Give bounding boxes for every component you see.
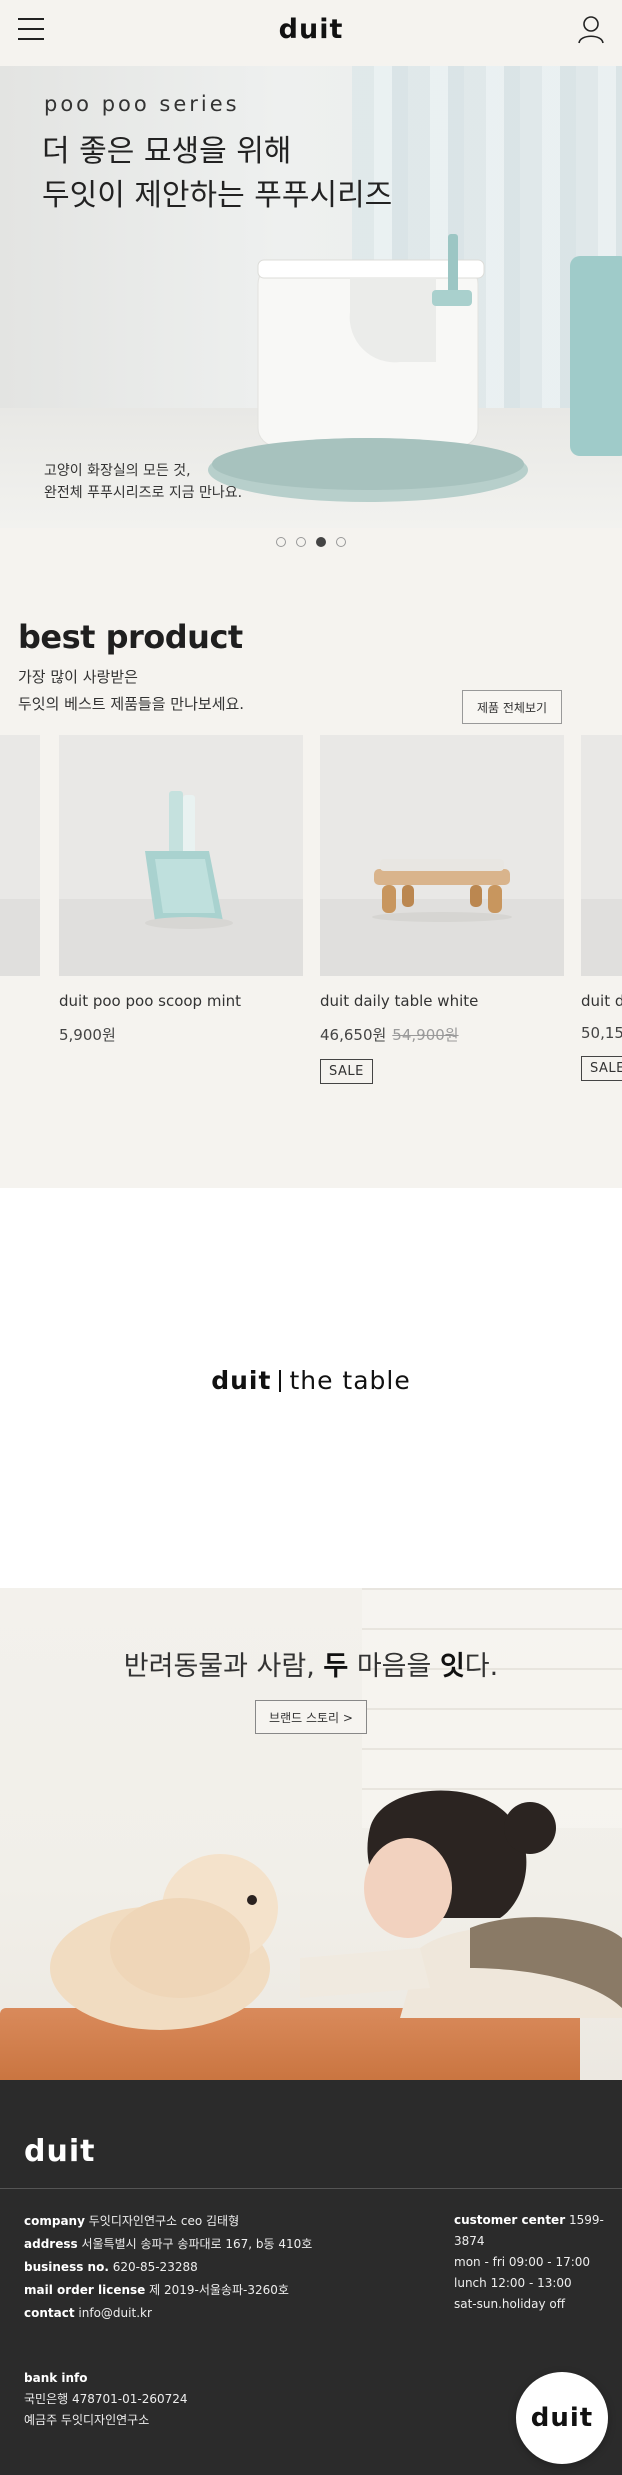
site-header: duit: [0, 0, 622, 66]
footer-divider: [0, 2188, 622, 2189]
cs-phone-row-2[interactable]: 3874: [454, 2231, 604, 2252]
best-desc-line: 가장 많이 사랑받은: [18, 668, 138, 686]
brand-photo-woman-dog: [50, 1790, 622, 2030]
footer-customer-center: customer center 1599- 3874 mon - fri 09:…: [454, 2210, 604, 2315]
footer-address-row: address 서울특별시 송파구 송파대로 167, b동 410호: [24, 2237, 313, 2251]
sale-badge: SALE: [581, 1056, 622, 1081]
best-product-title: best product: [18, 618, 243, 656]
site-logo[interactable]: duit: [0, 14, 622, 45]
hero-title: 더 좋은 묘생을 위해 두잇이 제안하는 푸푸시리즈: [42, 130, 392, 218]
product-name[interactable]: duit poo poo scoop mint: [59, 992, 303, 1010]
table-logo-divider: [279, 1370, 282, 1392]
product-carousel[interactable]: duit poo poo scoop mint 5,900원 duit dail…: [0, 735, 622, 1095]
product-card-partial[interactable]: duit d 50,15 SALE: [581, 735, 622, 1081]
the-table-logo[interactable]: duit the table: [0, 1366, 622, 1395]
hero-title-line: 두잇이 제안하는 푸푸시리즈: [42, 178, 393, 213]
bank-holder: 예금주 두잇디자인연구소: [24, 2413, 150, 2427]
product-sale-price: 50,15: [581, 1024, 622, 1042]
table-logo-brand: duit: [211, 1366, 272, 1395]
cs-off: sat-sun.holiday off: [454, 2297, 566, 2311]
product-card[interactable]: duit poo poo scoop mint 5,900원: [59, 735, 303, 1045]
floating-duit-badge[interactable]: duit: [516, 2372, 608, 2464]
sale-badge: SALE: [320, 1059, 373, 1084]
brand-story-section: 반려동물과 사람, 두 마음을 잇다. 브랜드 스토리 >: [0, 1588, 622, 2080]
hero-pagination-dot[interactable]: [316, 537, 326, 547]
cs-phone[interactable]: 1599-: [569, 2213, 604, 2227]
footer-company-info: company 두잇디자인연구소 ceo 김태형 address 서울특별시 송…: [24, 2210, 312, 2325]
product-sale-price: 5,900원: [59, 1026, 116, 1044]
product-card[interactable]: duit daily table white 46,650원 54,900원 SA…: [320, 735, 564, 1084]
product-image[interactable]: [0, 735, 40, 976]
footer-business-row: business no. 620-85-23288: [24, 2260, 198, 2274]
scoop-image: [145, 791, 233, 929]
hero-pagination-dot[interactable]: [296, 537, 306, 547]
product-sale-price: 46,650원: [320, 1026, 387, 1044]
footer-mail-order-row: mail order license 제 2019-서울송파-3260호: [24, 2283, 289, 2297]
hero-series-label: poo poo series: [44, 92, 240, 116]
hero-title-line: 더 좋은 묘생을 위해: [42, 134, 292, 169]
best-product-description: 가장 많이 사랑받은 두잇의 베스트 제품들을 만나보세요.: [18, 664, 244, 718]
hero-pagination-dot[interactable]: [276, 537, 286, 547]
table-logo-sub: the table: [289, 1366, 411, 1395]
hero-pagination-dot[interactable]: [336, 537, 346, 547]
cs-hours: mon - fri 09:00 - 17:00: [454, 2255, 591, 2269]
product-original-price: 54,900원: [392, 1026, 459, 1044]
cs-lunch: lunch 12:00 - 13:00: [454, 2276, 572, 2290]
hero-caption-line: 고양이 화장실의 모든 것,: [44, 463, 191, 479]
footer-company-row: company 두잇디자인연구소 ceo 김태형: [24, 2214, 240, 2228]
footer-logo[interactable]: duit: [24, 2134, 95, 2169]
contact-email-link[interactable]: info@duit.kr: [78, 2306, 151, 2320]
bank-info-label: bank info: [24, 2371, 88, 2385]
product-price: 50,15: [581, 1024, 622, 1042]
footer-contact-row: contact info@duit.kr: [24, 2306, 152, 2320]
the-table-banner[interactable]: duit the table: [0, 1188, 622, 1588]
bank-account: 국민은행 478701-01-260724: [24, 2392, 188, 2406]
user-icon[interactable]: [576, 14, 606, 44]
product-image[interactable]: [581, 735, 622, 976]
hero-caption-line: 완전체 푸푸시리즈로 지금 만나요.: [44, 485, 243, 501]
hero-banner[interactable]: poo poo series 더 좋은 묘생을 위해 두잇이 제안하는 푸푸시리…: [0, 66, 622, 528]
product-image[interactable]: [320, 735, 564, 976]
hero-caption: 고양이 화장실의 모든 것, 완전체 푸푸시리즈로 지금 만나요.: [44, 460, 242, 504]
view-all-products-button[interactable]: 제품 전체보기: [462, 690, 562, 724]
product-name[interactable]: duit d: [581, 992, 622, 1010]
hero-pagination: [0, 532, 622, 551]
product-image[interactable]: [59, 735, 303, 976]
product-price: 5,900원: [59, 1024, 303, 1045]
footer-bank-info: bank info 국민은행 478701-01-260724 예금주 두잇디자…: [24, 2368, 188, 2431]
table-image: [372, 859, 512, 922]
best-desc-line: 두잇의 베스트 제품들을 만나보세요.: [18, 695, 245, 713]
product-name[interactable]: duit daily table white: [320, 992, 564, 1010]
product-price: 46,650원 54,900원: [320, 1024, 564, 1045]
product-card-partial[interactable]: [0, 735, 40, 976]
cs-phone-row: customer center 1599-: [454, 2213, 604, 2227]
